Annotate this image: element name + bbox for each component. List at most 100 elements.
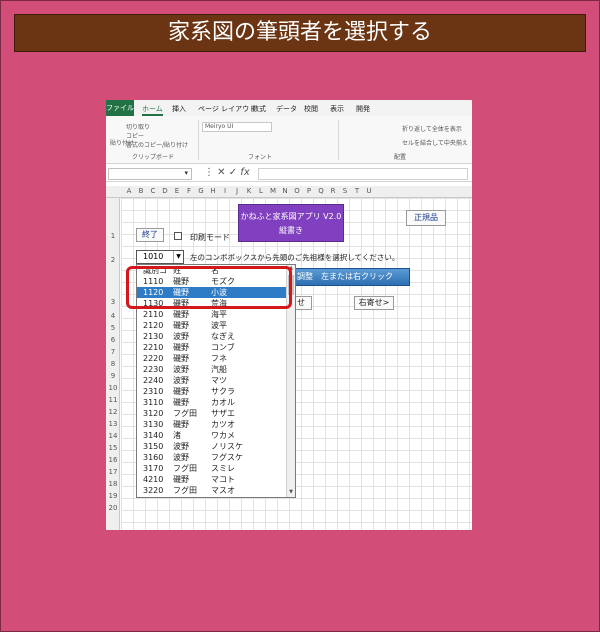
- dropdown-item[interactable]: 2210 磯野 コンブ: [137, 342, 287, 353]
- app-title-button[interactable]: かねふと家系図アプリ V2.0 縦書き: [238, 204, 344, 242]
- column-header[interactable]: T: [351, 187, 363, 195]
- column-header[interactable]: C: [147, 187, 159, 195]
- row-header[interactable]: 9: [106, 372, 120, 380]
- row-header[interactable]: 15: [106, 444, 120, 452]
- dropdown-item[interactable]: 2120 磯野 波平: [137, 320, 287, 331]
- ribbon-tabs: ファイル ホーム 挿入 ページ レイアウト 数式 データ 校閲 表示 開発: [106, 100, 472, 116]
- dropdown-item[interactable]: 3110 磯野 カオル: [137, 397, 287, 408]
- cut-button[interactable]: 切り取り: [126, 122, 150, 131]
- tab-page-layout[interactable]: ページ レイアウト: [198, 104, 256, 114]
- row-header[interactable]: 19: [106, 492, 120, 500]
- dropdown-item[interactable]: 2240 波野 マツ: [137, 375, 287, 386]
- column-header[interactable]: K: [243, 187, 255, 195]
- dropdown-item[interactable]: 2230 波野 汽船: [137, 364, 287, 375]
- tab-review[interactable]: 校閲: [304, 104, 318, 114]
- column-header[interactable]: G: [195, 187, 207, 195]
- print-mode-checkbox-icon[interactable]: [174, 232, 182, 240]
- row-header[interactable]: 4: [106, 312, 120, 320]
- column-header[interactable]: D: [159, 187, 171, 195]
- dropdown-item-code: 2130: [143, 332, 164, 341]
- dropdown-item-sei: 波野: [173, 442, 189, 451]
- right-align-button[interactable]: 右寄せ>: [354, 296, 394, 310]
- dropdown-item-sei: 磯野: [173, 310, 189, 319]
- column-header[interactable]: U: [363, 187, 375, 195]
- row-header[interactable]: 11: [106, 396, 120, 404]
- column-header[interactable]: N: [279, 187, 291, 195]
- tab-insert[interactable]: 挿入: [172, 104, 186, 114]
- dropdown-item-code: 2240: [143, 376, 164, 385]
- row-header[interactable]: 16: [106, 456, 120, 464]
- clipboard-group-label: クリップボード: [132, 154, 175, 161]
- row-header[interactable]: 20: [106, 504, 120, 512]
- dropdown-item-sei: 波野: [173, 376, 189, 385]
- row-header[interactable]: 18: [106, 480, 120, 488]
- ancestor-combo-box[interactable]: 1010 ▼: [136, 250, 184, 264]
- adjust-button[interactable]: 調整 左または右クリック: [292, 268, 410, 286]
- row-header[interactable]: 3: [106, 298, 120, 306]
- dropdown-item-code: 3110: [143, 398, 164, 407]
- row-header[interactable]: 5: [106, 324, 120, 332]
- tab-data[interactable]: データ: [276, 104, 297, 114]
- row-header[interactable]: 6: [106, 336, 120, 344]
- copy-button[interactable]: コピー: [126, 131, 144, 140]
- formula-icons: ⋮ ✕ ✓ fx: [204, 167, 250, 178]
- column-header[interactable]: M: [267, 187, 279, 195]
- dropdown-arrow-icon[interactable]: ▼: [173, 251, 183, 263]
- row-header[interactable]: 10: [106, 384, 120, 392]
- dropdown-item[interactable]: 3150 波野 ノリスケ: [137, 441, 287, 452]
- dropdown-item-mei: フグスケ: [211, 453, 243, 462]
- font-name-box[interactable]: Meiryo UI: [202, 122, 272, 132]
- dropdown-item[interactable]: 2130 波野 なぎえ: [137, 331, 287, 342]
- tab-file[interactable]: ファイル: [106, 100, 134, 116]
- column-header[interactable]: R: [327, 187, 339, 195]
- column-header[interactable]: O: [291, 187, 303, 195]
- regular-edition-button[interactable]: 正規品: [406, 210, 446, 226]
- tab-developer[interactable]: 開発: [356, 104, 370, 114]
- tab-view[interactable]: 表示: [330, 104, 344, 114]
- dropdown-item[interactable]: 3120 フグ田 サザエ: [137, 408, 287, 419]
- row-header[interactable]: 7: [106, 348, 120, 356]
- column-header[interactable]: P: [303, 187, 315, 195]
- row-header[interactable]: 14: [106, 432, 120, 440]
- row-header[interactable]: 12: [106, 408, 120, 416]
- column-header[interactable]: S: [339, 187, 351, 195]
- dropdown-item[interactable]: 4210 磯野 マコト: [137, 474, 287, 485]
- column-header[interactable]: I: [219, 187, 231, 195]
- column-header[interactable]: A: [123, 187, 135, 195]
- dropdown-item[interactable]: 2110 磯野 海平: [137, 309, 287, 320]
- exit-button[interactable]: 終了: [136, 228, 164, 242]
- app-title: かねふと家系図アプリ V2.0: [240, 212, 342, 221]
- row-header[interactable]: 8: [106, 360, 120, 368]
- dropdown-item[interactable]: 3220 フグ田 マスオ: [137, 485, 287, 496]
- tab-formulas[interactable]: 数式: [252, 104, 266, 114]
- scroll-down-icon[interactable]: ▼: [287, 489, 295, 497]
- wrap-text-button[interactable]: 折り返して全体を表示: [402, 124, 462, 133]
- tab-home[interactable]: ホーム: [142, 104, 163, 116]
- dropdown-item[interactable]: 3170 フグ田 スミレ: [137, 463, 287, 474]
- column-header[interactable]: J: [231, 187, 243, 195]
- row-header[interactable]: 1: [106, 232, 120, 240]
- row-header[interactable]: 2: [106, 256, 120, 264]
- merge-center-button[interactable]: セルを結合して中央揃え: [402, 138, 468, 147]
- dropdown-item[interactable]: 2310 磯野 サクラ: [137, 386, 287, 397]
- dropdown-item-sei: 磯野: [173, 475, 189, 484]
- formula-input[interactable]: [258, 168, 468, 180]
- dropdown-item-sei: 磯野: [173, 420, 189, 429]
- column-header[interactable]: F: [183, 187, 195, 195]
- format-painter-button[interactable]: 書式のコピー/貼り付け: [126, 140, 188, 149]
- dropdown-item-code: 2210: [143, 343, 164, 352]
- column-header[interactable]: B: [135, 187, 147, 195]
- column-header[interactable]: H: [207, 187, 219, 195]
- name-box[interactable]: ▾: [108, 168, 192, 180]
- dropdown-item[interactable]: 3160 波野 フグスケ: [137, 452, 287, 463]
- column-header[interactable]: Q: [315, 187, 327, 195]
- row-header[interactable]: 13: [106, 420, 120, 428]
- row-header[interactable]: 17: [106, 468, 120, 476]
- dropdown-item[interactable]: 3130 磯野 カツオ: [137, 419, 287, 430]
- column-header[interactable]: E: [171, 187, 183, 195]
- dropdown-item-code: 2220: [143, 354, 164, 363]
- dropdown-item-mei: サクラ: [211, 387, 235, 396]
- dropdown-item[interactable]: 3140 渚 ワカメ: [137, 430, 287, 441]
- column-header[interactable]: L: [255, 187, 267, 195]
- dropdown-item[interactable]: 2220 磯野 フネ: [137, 353, 287, 364]
